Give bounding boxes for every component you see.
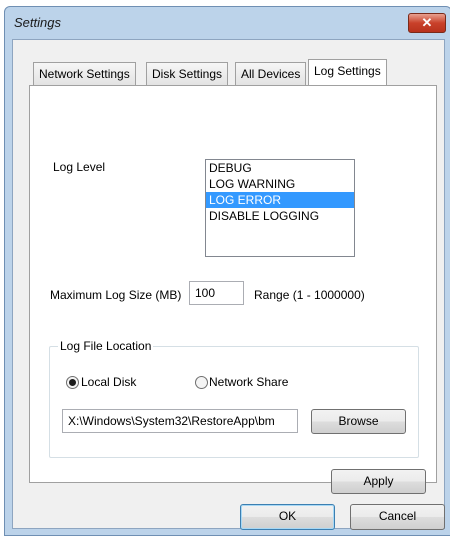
log-level-option-warning[interactable]: LOG WARNING (206, 176, 354, 192)
tab-network-settings[interactable]: Network Settings (33, 62, 136, 85)
window-title: Settings (14, 15, 61, 30)
local-disk-radio[interactable] (66, 376, 79, 389)
log-level-listbox[interactable]: DEBUG LOG WARNING LOG ERROR DISABLE LOGG… (205, 159, 355, 257)
settings-dialog: Settings ✕ Network Settings Disk Setting… (4, 6, 450, 536)
tab-disk-settings[interactable]: Disk Settings (146, 62, 229, 85)
dialog-client-area: Network Settings Disk Settings All Devic… (12, 39, 445, 530)
apply-button[interactable]: Apply (331, 469, 426, 494)
max-log-size-label: Maximum Log Size (MB) (50, 288, 182, 302)
log-file-location-group: Log File Location Local Disk Network Sha… (49, 339, 419, 458)
title-bar[interactable]: Settings ✕ (5, 7, 450, 39)
max-log-size-input[interactable]: 100 (189, 281, 244, 305)
log-path-input[interactable]: X:\Windows\System32\RestoreApp\bm (62, 409, 298, 433)
network-share-label[interactable]: Network Share (209, 375, 288, 389)
tab-log-settings[interactable]: Log Settings (308, 59, 387, 85)
log-level-label: Log Level (53, 160, 106, 174)
close-button[interactable]: ✕ (408, 13, 446, 33)
log-level-option-disable[interactable]: DISABLE LOGGING (206, 208, 354, 224)
ok-button[interactable]: OK (240, 504, 335, 530)
close-icon: ✕ (421, 15, 433, 30)
log-level-option-error[interactable]: LOG ERROR (206, 192, 354, 208)
tab-all-devices[interactable]: All Devices (235, 62, 307, 85)
log-file-location-title: Log File Location (58, 339, 154, 353)
local-disk-label[interactable]: Local Disk (81, 375, 136, 389)
browse-button[interactable]: Browse (311, 409, 406, 434)
max-log-size-range: Range (1 - 1000000) (254, 288, 365, 302)
log-level-option-debug[interactable]: DEBUG (206, 160, 354, 176)
network-share-radio[interactable] (195, 376, 208, 389)
log-settings-panel: Log Level DEBUG LOG WARNING LOG ERROR DI… (29, 85, 437, 494)
cancel-button[interactable]: Cancel (350, 504, 445, 530)
